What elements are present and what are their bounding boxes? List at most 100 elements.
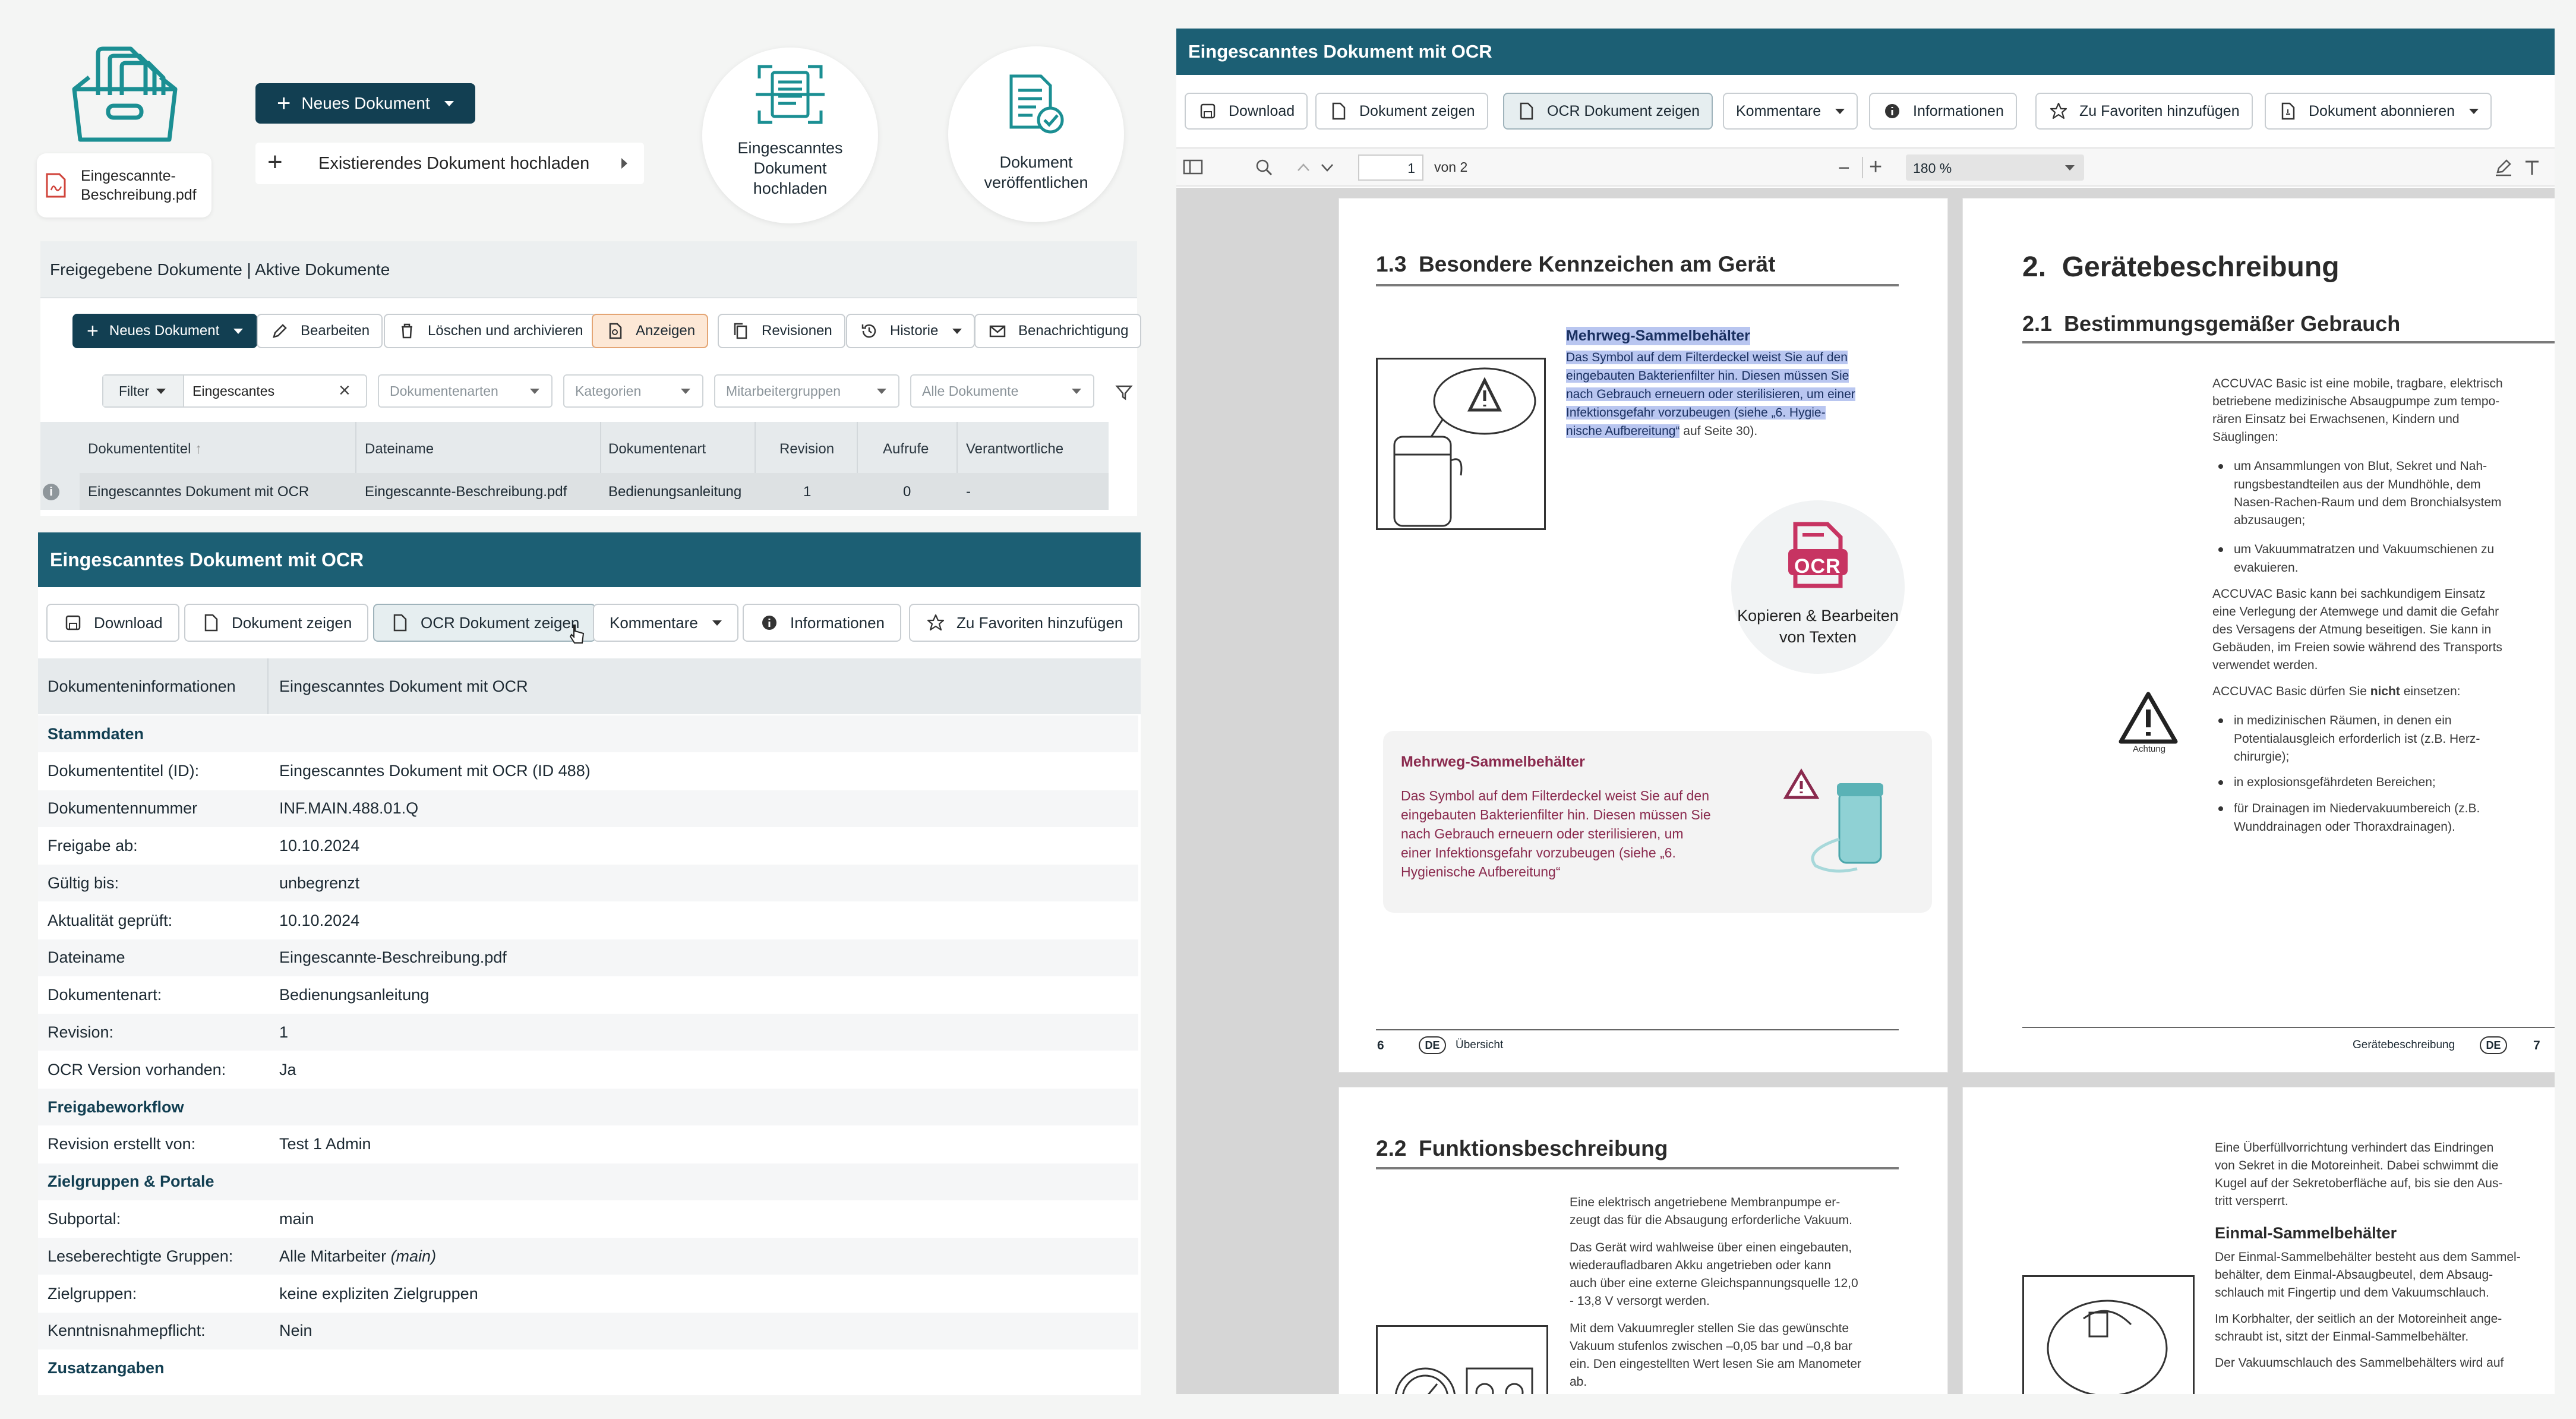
info-value: 10.10.2024	[279, 911, 360, 929]
bullet-line: in explosionsgefährdeten Bereichen;	[2212, 774, 2436, 792]
file-card[interactable]: Eingescannte-Beschreibung.pdf	[37, 153, 211, 217]
filter-dropdown[interactable]: Filter	[103, 376, 184, 406]
info-value-em: (main)	[386, 1247, 437, 1265]
info-value: Bedienungsanleitung	[279, 986, 430, 1004]
section-heading: Zusatzangaben	[38, 1349, 1138, 1387]
mouse-cursor-icon	[568, 623, 586, 647]
delete-archive-button[interactable]: Löschen und archivieren	[384, 314, 596, 348]
search-icon[interactable]	[1255, 158, 1274, 177]
page-number-input[interactable]: 1	[1358, 154, 1423, 181]
text-line: eine Verlegung der Atemwege und damit di…	[2212, 605, 2499, 619]
chevron-down-icon	[530, 388, 539, 394]
add-favorite-button[interactable]: Zu Favoriten hinzufügen	[909, 604, 1140, 642]
comments-dropdown[interactable]: Kommentare	[593, 604, 738, 642]
info-label: Dokumentennummer	[48, 799, 198, 818]
info-label: Revision:	[48, 1023, 114, 1041]
page-count: von 2	[1434, 159, 1468, 175]
scan-document-icon	[755, 62, 826, 127]
download-button[interactable]: Download	[46, 604, 179, 642]
breadcrumb: Freigegebene Dokumente | Aktive Dokument…	[40, 241, 1137, 298]
info-label: Kenntnisnahmepflicht:	[48, 1322, 206, 1340]
footer-rule	[2022, 1027, 2555, 1028]
text-line: behälter, dem Einmal-Absaugbeutel, dem A…	[2215, 1268, 2493, 1282]
plain-text: ACCUVAC Basic dürfen Sie	[2212, 685, 2370, 698]
ocr-feature-circle: OCR Kopieren & Bearbeiten von Texten	[1731, 500, 1905, 674]
info-row: Kenntnisnahmepflicht: Nein	[38, 1312, 1138, 1349]
page7-heading: 2. Gerätebeschreibung	[2022, 251, 2340, 283]
viewer-add-favorite-button[interactable]: Zu Favoriten hinzufügen	[2035, 93, 2253, 130]
text-line: - 13,8 V versorgt werden.	[1570, 1294, 1710, 1308]
information-button[interactable]: Informationen	[743, 604, 901, 642]
text-line: Mit dem Vakuumregler stellen Sie das gew…	[1570, 1322, 1849, 1335]
zoom-in-icon[interactable]: +	[1869, 154, 1882, 180]
zoom-out-icon[interactable]: −	[1838, 157, 1850, 180]
history-button[interactable]: Historie	[846, 314, 976, 348]
publish-document-circle[interactable]: Dokument veröffentlichen	[948, 46, 1124, 222]
column-divider	[267, 658, 269, 714]
employee-groups-select[interactable]: Mitarbeitergruppen	[714, 374, 899, 408]
revisions-button[interactable]: Revisionen	[718, 314, 845, 348]
categories-select[interactable]: Kategorien	[563, 374, 703, 408]
chevron-down-icon	[1072, 388, 1081, 394]
list-new-document-button[interactable]: + Neues Dokument	[72, 314, 258, 348]
filter-search-input[interactable]: Eingescantes	[192, 383, 274, 399]
tab-document-title: Eingescanntes Dokument mit OCR	[279, 677, 528, 695]
all-documents-select[interactable]: Alle Dokumente	[910, 374, 1094, 408]
copy-document-icon	[731, 321, 751, 341]
text-line: Im Korbhalter, der seitlich an der Motor…	[2215, 1312, 2502, 1326]
show-button[interactable]: Anzeigen	[592, 314, 709, 348]
footer-rule	[1376, 1029, 1899, 1030]
funnel-icon[interactable]	[1115, 383, 1134, 402]
bullet-line: Wunddrainagen oder Thoraxdrainagen).	[2234, 820, 2455, 834]
page7-subheading: 2.1 Bestimmungsgemäßer Gebrauch	[2022, 311, 2401, 336]
bullet-line: chirurgie);	[2234, 750, 2290, 764]
col-doctype[interactable]: Dokumentenart	[608, 441, 706, 458]
scan-upload-circle[interactable]: Eingescanntes Dokument hochladen	[702, 48, 878, 223]
chevron-down-icon	[2469, 108, 2479, 114]
chevron-down-icon[interactable]	[1319, 160, 1336, 175]
subscribe-document-button[interactable]: Dokument abonnieren	[2265, 93, 2492, 130]
new-document-button[interactable]: + Neues Dokument	[255, 83, 475, 124]
text-line: Säuglingen:	[2212, 430, 2278, 444]
clear-filter-icon[interactable]: ×	[339, 379, 351, 402]
info-label: OCR Version vorhanden:	[48, 1060, 226, 1079]
info-row: Gültig bis: unbegrenzt	[38, 865, 1138, 902]
tab-document-info[interactable]: Dokumenteninformationen	[48, 677, 236, 696]
viewer-ocr-document-button[interactable]: OCR Dokument zeigen	[1503, 93, 1713, 130]
save-disk-icon	[1198, 101, 1218, 121]
viewer-download-button[interactable]: Download	[1185, 93, 1308, 130]
show-ocr-document-button[interactable]: OCR Dokument zeigen	[373, 604, 596, 642]
highlight-pen-icon[interactable]	[2493, 157, 2514, 178]
bullet-line: in medizinischen Räumen, in denen ein	[2212, 712, 2452, 730]
info-circle-icon[interactable]: i	[43, 484, 59, 500]
doc-types-select[interactable]: Dokumentenarten	[378, 374, 553, 408]
divider	[1862, 157, 1863, 178]
mail-icon	[987, 321, 1008, 341]
viewer-comments-dropdown[interactable]: Kommentare	[1723, 93, 1858, 130]
upload-existing-menu-item[interactable]: + Existierendes Dokument hochladen	[255, 143, 644, 184]
sort-up-icon: ↑	[195, 441, 203, 457]
pdf-toolbar: 1 von 2 − + 180 %	[1176, 147, 2555, 187]
text-tool-icon[interactable]	[2521, 157, 2543, 178]
chevron-down-icon	[1835, 108, 1845, 114]
text-line: ein. Den eingestellten Wert lesen Sie am…	[1570, 1357, 1862, 1371]
chevron-up-icon[interactable]	[1295, 160, 1312, 175]
info-value: Test 1 Admin	[279, 1135, 371, 1153]
show-document-button[interactable]: Dokument zeigen	[184, 604, 369, 642]
sidebar-toggle-icon[interactable]	[1182, 158, 1204, 176]
col-title[interactable]: Dokumententitel ↑	[88, 441, 202, 458]
edit-button[interactable]: Bearbeiten	[257, 314, 383, 348]
col-revision[interactable]: Revision	[779, 441, 834, 458]
col-responsible[interactable]: Verantwortliche	[966, 441, 1063, 458]
viewer-information-button[interactable]: Informationen	[1869, 93, 2017, 130]
notification-button[interactable]: Benachrichtigung	[974, 314, 1142, 348]
table-row[interactable]: Eingescanntes Dokument mit OCR Eingescan…	[80, 473, 1109, 510]
col-filename[interactable]: Dateiname	[365, 441, 434, 458]
viewer-show-document-button[interactable]: Dokument zeigen	[1315, 93, 1488, 130]
zoom-select[interactable]: 180 %	[1906, 154, 2084, 181]
text-line: tritt versperrt.	[2215, 1194, 2288, 1208]
chevron-down-icon	[156, 388, 166, 394]
container-photo-icon	[1780, 768, 1899, 875]
col-views[interactable]: Aufrufe	[883, 441, 929, 458]
info-label: Zielgruppen & Portale	[48, 1172, 214, 1191]
